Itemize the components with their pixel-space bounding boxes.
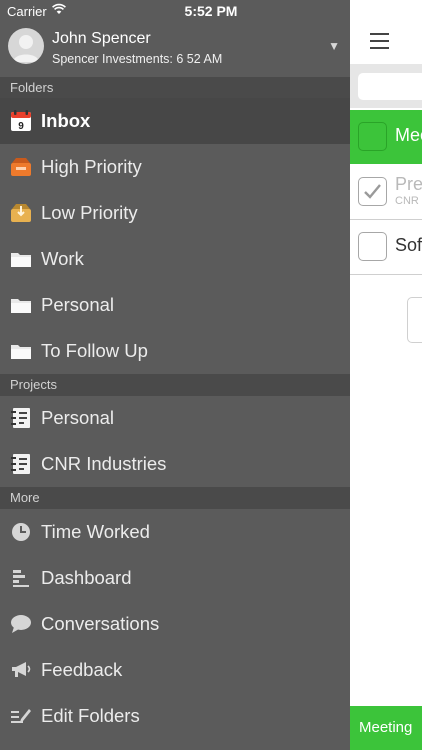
task-row[interactable]: Pre CNR xyxy=(350,165,422,220)
main-content: Mee Pre CNR Sof Meeting xyxy=(350,0,422,750)
checkmark-icon xyxy=(364,184,381,199)
folder-icon xyxy=(10,248,32,270)
section-header-projects: Projects xyxy=(0,374,350,396)
sidebar-item-label: CNR Industries xyxy=(41,453,167,474)
megaphone-icon xyxy=(10,659,32,681)
calendar-icon: 9 xyxy=(10,110,32,132)
box-icon xyxy=(10,202,32,224)
sidebar-item-label: High Priority xyxy=(41,156,142,177)
sidebar-item-label: Edit Folders xyxy=(41,705,140,726)
search-bar xyxy=(350,64,422,108)
menu-icon[interactable] xyxy=(370,33,389,49)
task-title: Mee xyxy=(395,125,422,145)
sidebar-item-label: To Follow Up xyxy=(41,340,148,361)
sidebar-item-work[interactable]: Work xyxy=(0,236,350,282)
sidebar-item-feedback[interactable]: Feedback xyxy=(0,647,350,693)
sidebar-item-edit-folders[interactable]: Edit Folders xyxy=(0,693,350,739)
task-checkbox-checked[interactable] xyxy=(358,177,387,206)
side-menu: John Spencer Spencer Investments: 6 52 A… xyxy=(0,0,350,750)
task-checkbox[interactable] xyxy=(358,232,387,261)
bottom-bar[interactable]: Meeting xyxy=(350,706,422,750)
task-row[interactable]: Sof xyxy=(350,220,422,275)
sidebar-item-low-priority[interactable]: Low Priority xyxy=(0,190,350,236)
clock-icon xyxy=(10,521,32,543)
section-header-folders: Folders xyxy=(0,77,350,99)
calendar-icon-day: 9 xyxy=(18,121,24,132)
sidebar-item-label: Feedback xyxy=(41,659,123,680)
status-time: 5:52 PM xyxy=(184,3,238,19)
sidebar-item-personal-folder[interactable]: Personal xyxy=(0,282,350,328)
inbox-tray-icon xyxy=(10,156,32,178)
sidebar-item-label: Low Priority xyxy=(41,202,138,223)
task-title: Pre xyxy=(395,174,422,194)
section-header-more: More xyxy=(0,487,350,509)
sidebar-item-conversations[interactable]: Conversations xyxy=(0,601,350,647)
edit-list-icon xyxy=(10,705,32,727)
sidebar-item-high-priority[interactable]: High Priority xyxy=(0,144,350,190)
sidebar-item-time-worked[interactable]: Time Worked xyxy=(0,509,350,555)
sidebar-item-label: Time Worked xyxy=(41,521,150,542)
notebook-icon xyxy=(10,453,32,475)
sidebar-item-label: Conversations xyxy=(41,613,160,634)
sidebar-item-inbox[interactable]: 9 Inbox xyxy=(0,98,350,144)
folder-icon xyxy=(10,340,32,362)
chevron-down-icon[interactable]: ▼ xyxy=(328,39,340,53)
task-project: CNR xyxy=(395,195,419,207)
folder-icon xyxy=(10,294,32,316)
sidebar-item-label: Work xyxy=(41,248,84,269)
task-row[interactable]: Mee xyxy=(350,110,422,164)
notebook-icon xyxy=(10,407,32,429)
add-task-button[interactable] xyxy=(407,297,422,343)
task-title: Sof xyxy=(395,235,422,255)
search-input[interactable] xyxy=(358,73,422,100)
account-subtitle: Spencer Investments: 6 52 AM xyxy=(52,52,223,66)
bar-chart-icon xyxy=(10,567,32,589)
sidebar-item-label: Personal xyxy=(41,407,115,428)
sidebar-item-dashboard[interactable]: Dashboard xyxy=(0,555,350,601)
sidebar-item-project-personal[interactable]: Personal xyxy=(0,395,350,441)
sidebar-item-label: Inbox xyxy=(41,110,91,131)
bottom-bar-label: Meeting xyxy=(359,719,413,736)
account-switcher[interactable]: John Spencer Spencer Investments: 6 52 A… xyxy=(0,22,350,77)
sidebar-item-label: Dashboard xyxy=(41,567,132,588)
battery-icon xyxy=(391,5,418,17)
status-bar: Carrier 5:52 PM xyxy=(0,0,422,22)
sidebar-item-to-follow-up[interactable]: To Follow Up xyxy=(0,328,350,374)
task-checkbox[interactable] xyxy=(358,122,387,151)
account-name: John Spencer xyxy=(52,30,151,47)
avatar xyxy=(8,28,44,64)
sidebar-item-cnr-industries[interactable]: CNR Industries xyxy=(0,441,350,487)
sidebar-item-label: Personal xyxy=(41,294,115,315)
speech-bubble-icon xyxy=(10,613,32,635)
